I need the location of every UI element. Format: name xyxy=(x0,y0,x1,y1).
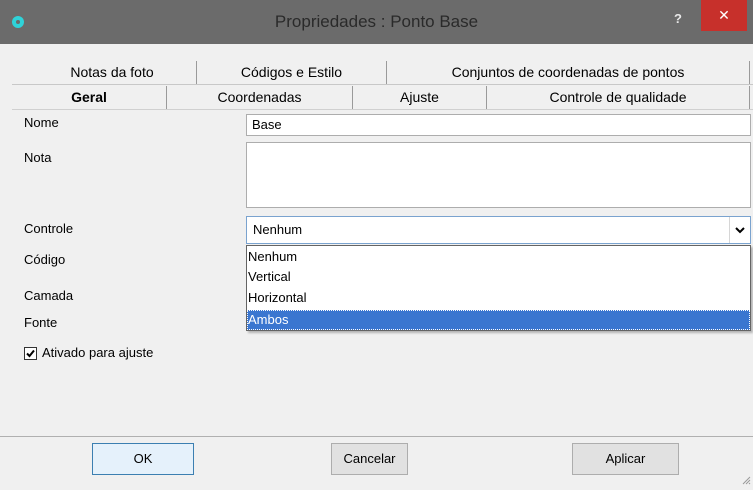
checkmark-icon xyxy=(26,349,35,358)
codigo-label: Código xyxy=(24,252,66,267)
dropdown-option-horizontal[interactable]: Horizontal xyxy=(247,288,750,308)
tab-panel-top-border xyxy=(12,109,753,110)
controle-dropdown-list: Nenhum Vertical Horizontal Ambos xyxy=(246,245,751,331)
resize-grip-icon[interactable] xyxy=(741,472,751,485)
chevron-down-icon[interactable] xyxy=(729,217,750,243)
nota-textarea[interactable] xyxy=(246,142,751,208)
help-button[interactable]: ? xyxy=(665,8,691,30)
tab-conjuntos-de-coordenadas[interactable]: Conjuntos de coordenadas de pontos xyxy=(387,61,750,84)
tab-notas-da-foto[interactable]: Notas da foto xyxy=(28,61,197,84)
controle-label: Controle xyxy=(24,221,74,236)
camada-label: Camada xyxy=(24,288,74,303)
apply-button[interactable]: Aplicar xyxy=(572,443,679,475)
tab-codigos-e-estilo[interactable]: Códigos e Estilo xyxy=(197,61,387,84)
tab-controle-de-qualidade[interactable]: Controle de qualidade xyxy=(487,86,750,109)
tab-row-divider xyxy=(12,84,753,85)
footer-divider xyxy=(0,436,753,437)
window-title: Propriedades : Ponto Base xyxy=(274,12,479,31)
dropdown-option-nenhum[interactable]: Nenhum xyxy=(247,247,750,267)
dropdown-option-ambos[interactable]: Ambos xyxy=(247,310,750,330)
ativado-label[interactable]: Ativado para ajuste xyxy=(42,345,153,360)
dropdown-option-vertical[interactable]: Vertical xyxy=(247,267,750,287)
ativado-checkbox[interactable] xyxy=(24,347,37,360)
fonte-label: Fonte xyxy=(24,315,58,330)
nome-label: Nome xyxy=(24,115,59,130)
controle-select-value: Nenhum xyxy=(253,222,303,237)
close-button[interactable]: ✕ xyxy=(701,0,747,31)
controle-select[interactable]: Nenhum xyxy=(246,216,751,244)
nota-label: Nota xyxy=(24,150,52,165)
tab-coordenadas[interactable]: Coordenadas xyxy=(167,86,353,109)
cancel-button[interactable]: Cancelar xyxy=(331,443,408,475)
nome-input[interactable]: Base xyxy=(246,114,751,136)
tab-ajuste[interactable]: Ajuste xyxy=(353,86,487,109)
ok-button[interactable]: OK xyxy=(92,443,194,475)
tab-geral[interactable]: Geral xyxy=(12,86,167,109)
title-bar[interactable]: Propriedades : Ponto Base ? ✕ xyxy=(0,0,753,44)
close-icon: ✕ xyxy=(718,7,730,23)
properties-dialog: Propriedades : Ponto Base ? ✕ Notas da f… xyxy=(0,0,753,485)
